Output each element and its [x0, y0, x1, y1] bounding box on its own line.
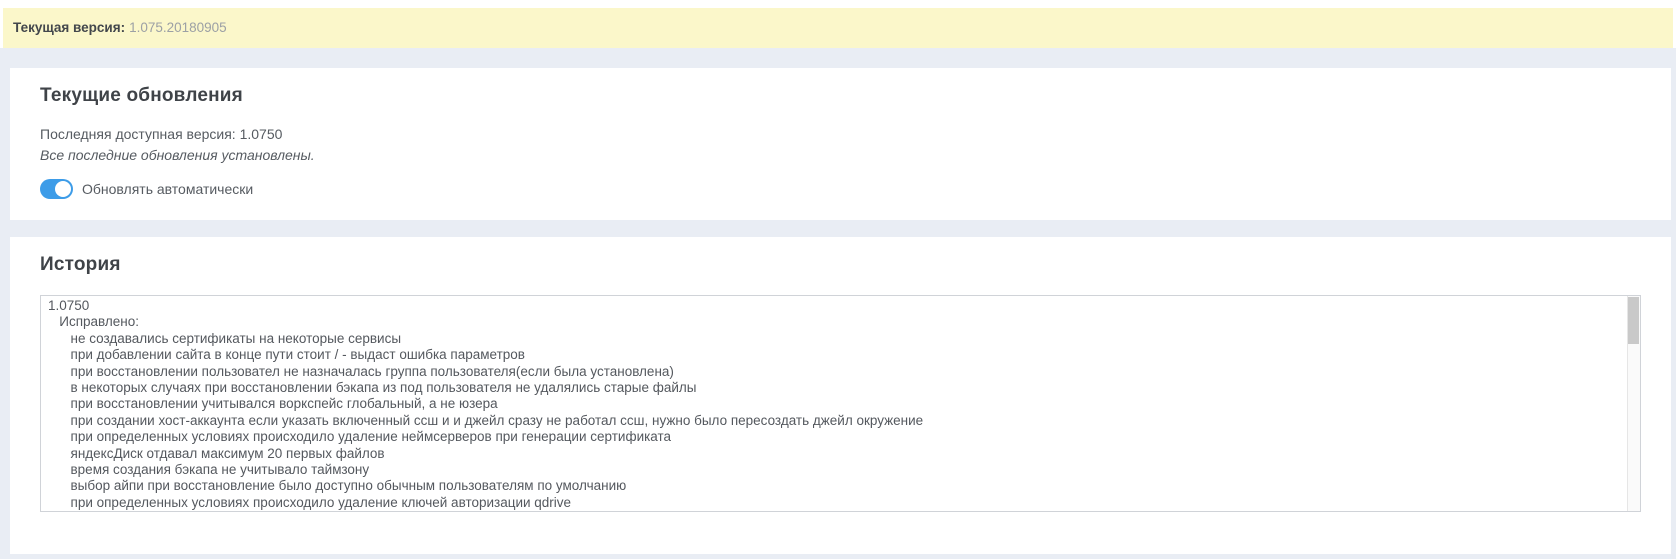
auto-update-row: Обновлять автоматически: [40, 179, 1641, 199]
header-strip: Текущая версия: 1.075.20180905: [0, 0, 1676, 48]
current-updates-card: Текущие обновления Последняя доступная в…: [10, 68, 1671, 220]
scrollbar-track[interactable]: [1627, 296, 1640, 511]
scrollbar-thumb[interactable]: [1628, 297, 1639, 344]
current-version-value: 1.075.20180905: [129, 20, 227, 35]
history-title: История: [40, 254, 1641, 276]
auto-update-toggle[interactable]: [40, 179, 73, 199]
updates-status-text: Все последние обновления установлены.: [40, 147, 1641, 163]
current-updates-title: Текущие обновления: [40, 85, 1641, 107]
toggle-knob-icon: [55, 181, 71, 197]
current-version-banner: Текущая версия: 1.075.20180905: [3, 8, 1673, 48]
history-card: История 1.0750 Исправлено: не создавалис…: [10, 237, 1671, 554]
latest-version-text: Последняя доступная версия: 1.0750: [40, 126, 1641, 142]
current-version-label: Текущая версия:: [13, 20, 125, 35]
history-changelog-text: 1.0750 Исправлено: не создавались сертиф…: [48, 298, 1620, 511]
history-textarea[interactable]: 1.0750 Исправлено: не создавались сертиф…: [40, 295, 1641, 512]
auto-update-toggle-label: Обновлять автоматически: [82, 181, 253, 197]
